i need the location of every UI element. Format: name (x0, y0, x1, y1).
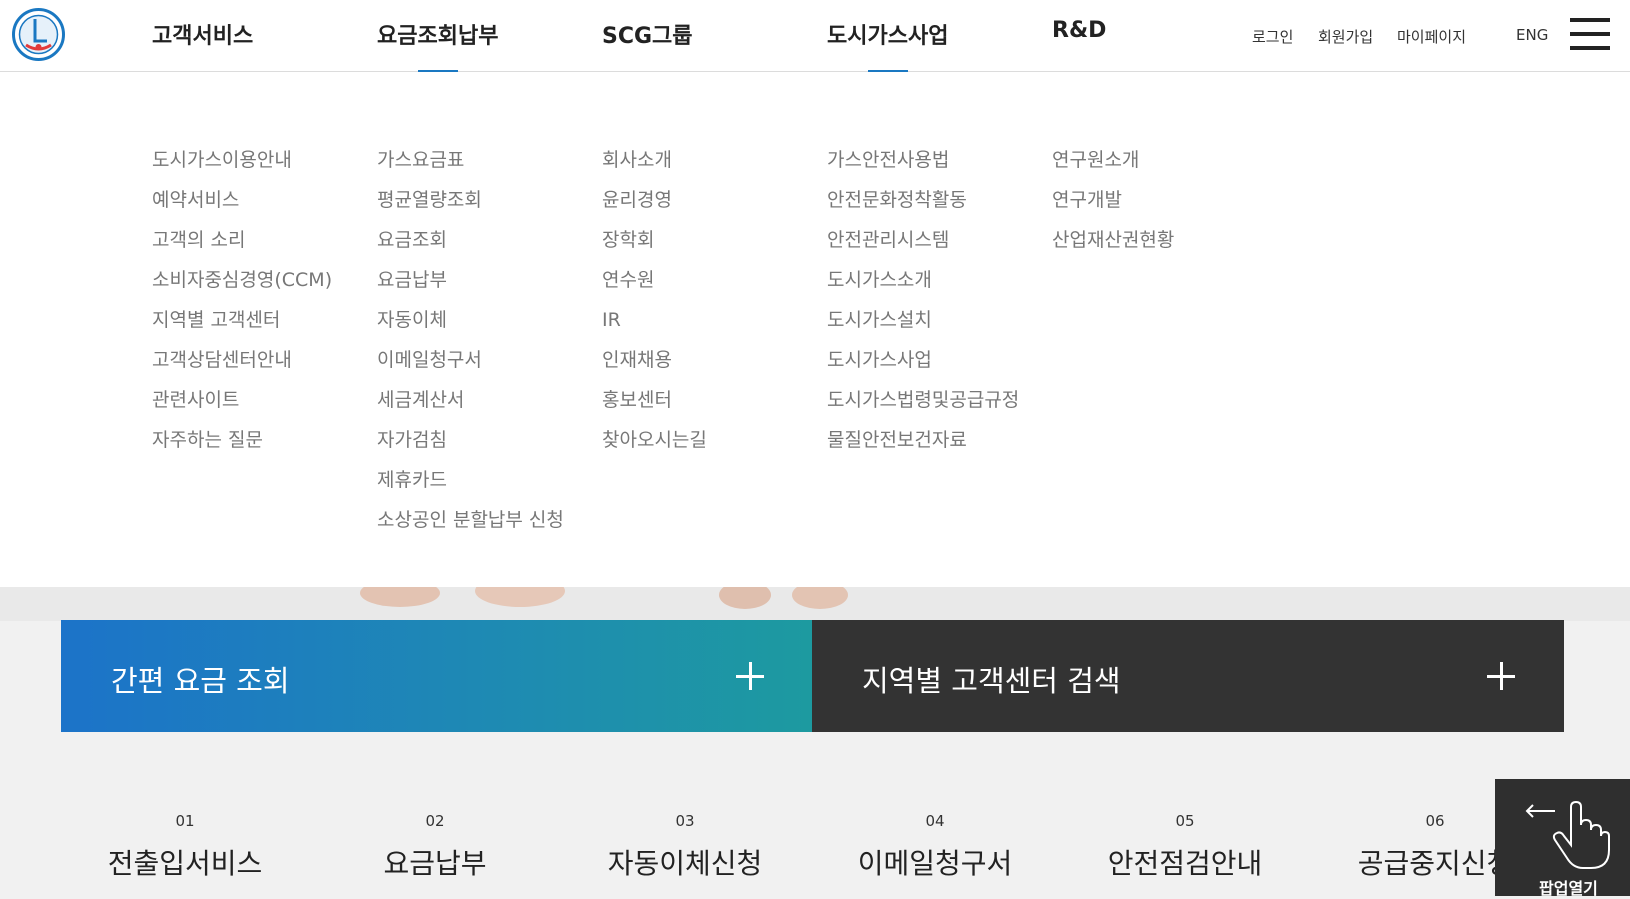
submenu-item[interactable]: 물질안전보건자료 (827, 420, 1019, 460)
submenu-item[interactable]: 인재채용 (602, 340, 707, 380)
submenu-item[interactable]: 고객의 소리 (152, 220, 332, 260)
gnb-label: 요금조회납부 (377, 24, 499, 49)
gnb-label: 도시가스사업 (827, 24, 949, 49)
submenu-item[interactable]: IR (602, 300, 707, 340)
service-number: 06 (1425, 812, 1445, 830)
submenu-item[interactable]: 평균열량조회 (377, 180, 564, 220)
submenu-item[interactable]: 도시가스설치 (827, 300, 1019, 340)
submenu-item[interactable]: 산업재산권현황 (1052, 220, 1174, 260)
submenu-item[interactable]: 도시가스법령및공급규정 (827, 380, 1019, 420)
hero-image (0, 587, 1630, 621)
popup-open-button[interactable]: 팝업열기 (1495, 779, 1630, 898)
plus-icon (736, 662, 764, 690)
submenu-item[interactable]: 연구원소개 (1052, 140, 1174, 180)
submenu-item[interactable]: 고객상담센터안내 (152, 340, 332, 380)
submenu-item[interactable]: 소비자중심경영(CCM) (152, 260, 332, 300)
gnb-item-billing[interactable]: 요금조회납부 (377, 18, 499, 72)
submenu-item[interactable]: 요금조회 (377, 220, 564, 260)
quick-fee-label: 간편 요금 조회 (111, 664, 290, 698)
mypage-link[interactable]: 마이페이지 (1397, 26, 1466, 47)
quick-fee-inquiry-bar[interactable]: 간편 요금 조회 (61, 620, 812, 732)
service-number: 04 (925, 812, 945, 830)
submenu-item[interactable]: 자동이체 (377, 300, 564, 340)
quick-center-label: 지역별 고객센터 검색 (862, 664, 1121, 698)
service-number: 02 (425, 812, 445, 830)
submenu-item[interactable]: 자주하는 질문 (152, 420, 332, 460)
service-item[interactable]: 03 자동이체신청 (605, 812, 765, 882)
submenu-billing: 가스요금표 평균열량조회 요금조회 요금납부 자동이체 이메일청구서 세금계산서 자가검침 제휴… (377, 140, 564, 540)
service-item[interactable]: 05 안전점검안내 (1105, 812, 1265, 882)
service-item[interactable]: 04 이메일청구서 (855, 812, 1015, 882)
eng-link[interactable]: ENG (1516, 26, 1548, 44)
service-title: 요금납부 (383, 847, 487, 880)
submenu-item[interactable]: 연구개발 (1052, 180, 1174, 220)
submenu-item[interactable]: 이메일청구서 (377, 340, 564, 380)
submenu-item[interactable]: 도시가스사업 (827, 340, 1019, 380)
service-number: 03 (675, 812, 695, 830)
submenu-item[interactable]: 세금계산서 (377, 380, 564, 420)
submenu-item[interactable]: 윤리경영 (602, 180, 707, 220)
gnb-item-city-gas[interactable]: 도시가스사업 (827, 18, 949, 72)
submenu-item[interactable]: 안전관리시스템 (827, 220, 1019, 260)
hamburger-menu-icon[interactable] (1570, 18, 1610, 50)
submenu-item[interactable]: 홍보센터 (602, 380, 707, 420)
swipe-hand-icon (1525, 800, 1610, 869)
submenu-item[interactable]: 가스요금표 (377, 140, 564, 180)
mega-menu: 도시가스이용안내 예약서비스 고객의 소리 소비자중심경영(CCM) 지역별 고객센터 고… (0, 72, 1630, 587)
submenu-item[interactable]: 안전문화정착활동 (827, 180, 1019, 220)
submenu-item[interactable]: 예약서비스 (152, 180, 332, 220)
submenu-item[interactable]: 요금납부 (377, 260, 564, 300)
quick-center-search-bar[interactable]: 지역별 고객센터 검색 (812, 620, 1564, 732)
submenu-item[interactable]: 관련사이트 (152, 380, 332, 420)
service-title: 전출입서비스 (107, 847, 263, 880)
service-item[interactable]: 06 공급중지신청 (1355, 812, 1515, 882)
submenu-item[interactable]: 연수원 (602, 260, 707, 300)
gnb-label: R&D (1052, 18, 1107, 43)
service-title: 이메일청구서 (857, 847, 1013, 880)
gnb-item-scg-group[interactable]: SCG그룹 (602, 18, 693, 50)
submenu-item[interactable]: 지역별 고객센터 (152, 300, 332, 340)
submenu-scg-group: 회사소개 윤리경영 장학회 연수원 IR 인재채용 홍보센터 찾아오시는길 (602, 140, 707, 460)
service-number: 01 (175, 812, 195, 830)
gnb-label: SCG그룹 (602, 24, 693, 49)
service-item[interactable]: 02 요금납부 (355, 812, 515, 882)
submenu-item[interactable]: 도시가스소개 (827, 260, 1019, 300)
submenu-item[interactable]: 도시가스이용안내 (152, 140, 332, 180)
service-title: 안전점검안내 (1107, 847, 1263, 880)
popup-open-label: 팝업열기 (1539, 879, 1598, 898)
submenu-item[interactable]: 가스안전사용법 (827, 140, 1019, 180)
join-link[interactable]: 회원가입 (1318, 26, 1373, 47)
submenu-item[interactable]: 찾아오시는길 (602, 420, 707, 460)
service-title: 공급중지신청 (1357, 847, 1513, 880)
submenu-customer-service: 도시가스이용안내 예약서비스 고객의 소리 소비자중심경영(CCM) 지역별 고객센터 고… (152, 140, 332, 460)
submenu-item[interactable]: 장학회 (602, 220, 707, 260)
submenu-item[interactable]: 자가검침 (377, 420, 564, 460)
plus-icon (1487, 662, 1515, 690)
gnb-label: 고객서비스 (152, 24, 254, 49)
submenu-city-gas: 가스안전사용법 안전문화정착활동 안전관리시스템 도시가스소개 도시가스설치 도시가스사업… (827, 140, 1019, 460)
site-header: 고객서비스 요금조회납부 SCG그룹 도시가스사업 R&D 로그인 회원가입 마… (0, 0, 1630, 72)
service-item[interactable]: 01 전출입서비스 (105, 812, 265, 882)
login-link[interactable]: 로그인 (1252, 26, 1293, 47)
submenu-item[interactable]: 소상공인 분할납부 신청 (377, 500, 564, 540)
gnb-item-rnd[interactable]: R&D (1052, 18, 1106, 43)
submenu-item[interactable]: 제휴카드 (377, 460, 564, 500)
gnb-item-customer-service[interactable]: 고객서비스 (152, 18, 253, 50)
submenu-rnd: 연구원소개 연구개발 산업재산권현황 (1052, 140, 1174, 260)
service-title: 자동이체신청 (607, 847, 763, 880)
submenu-item[interactable]: 회사소개 (602, 140, 707, 180)
service-number: 05 (1175, 812, 1195, 830)
company-logo[interactable] (11, 7, 66, 62)
